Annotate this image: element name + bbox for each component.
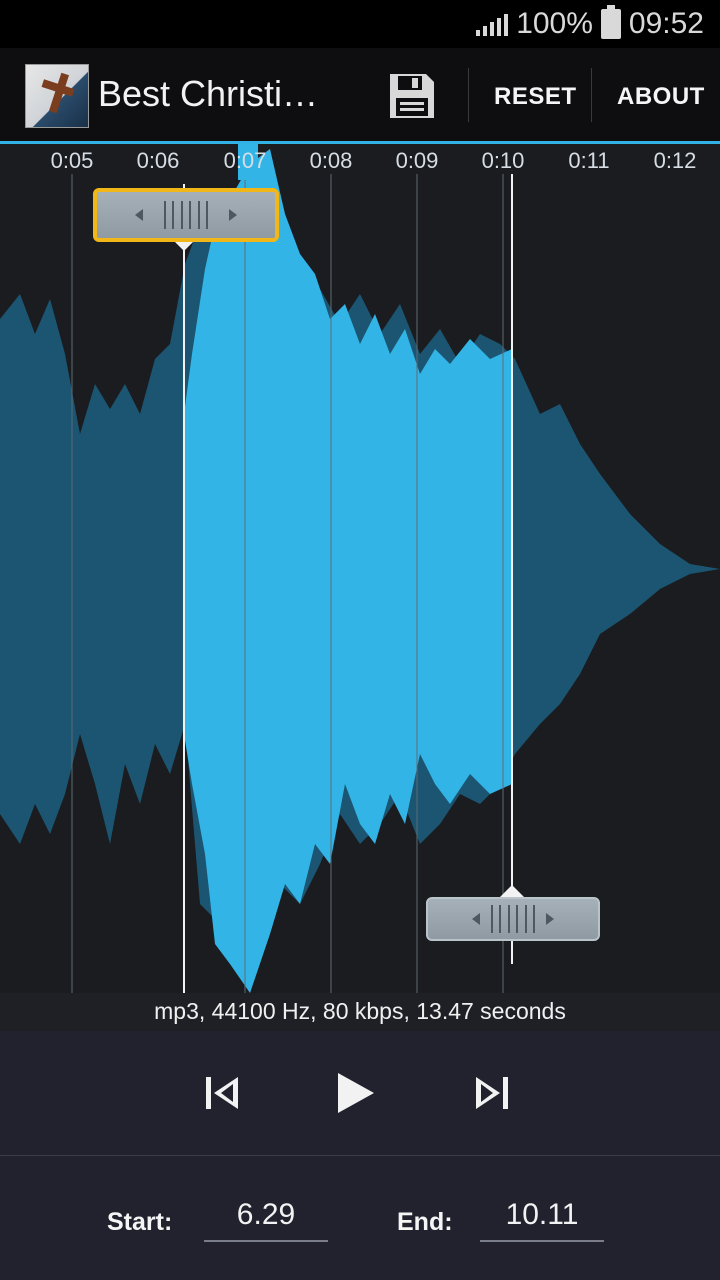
left-arrow-icon [135, 209, 143, 221]
audio-info: mp3, 44100 Hz, 80 kbps, 13.47 seconds [0, 993, 720, 1031]
end-handle-pointer [500, 885, 524, 897]
grip-icon [491, 905, 535, 933]
play-icon[interactable] [332, 1071, 378, 1115]
time-tick-label: 0:08 [310, 148, 353, 173]
app-icon[interactable] [25, 64, 89, 128]
signal-icon [476, 12, 509, 36]
range-panel: Start: End: [0, 1156, 720, 1280]
start-label: Start: [107, 1208, 173, 1236]
end-handle[interactable] [426, 897, 600, 941]
status-indicators: 100% 09:52 [476, 5, 704, 42]
status-bar: 100% 09:52 [0, 0, 720, 48]
time-tick-label: 0:07 [224, 148, 267, 173]
reset-button[interactable]: RESET [494, 83, 577, 111]
app-bar: Best Christia… RESET ABOUT [0, 48, 720, 142]
clock: 09:52 [628, 7, 704, 40]
time-tick-label: 0:12 [654, 148, 697, 173]
waveform-canvas[interactable]: 0:05 0:06 0:07 0:08 0:09 0:10 0:11 0:12 [0, 144, 720, 993]
battery-level: 100% [516, 7, 593, 40]
waveform-editor[interactable]: 0:05 0:06 0:07 0:08 0:09 0:10 0:11 0:12 [0, 144, 720, 993]
end-label: End: [397, 1208, 453, 1236]
battery-icon [600, 5, 621, 39]
action-divider [591, 68, 592, 122]
floppy-disk-icon[interactable] [384, 68, 440, 124]
grip-icon [164, 201, 208, 229]
left-arrow-icon [472, 913, 480, 925]
skip-previous-icon[interactable] [200, 1071, 244, 1115]
time-tick-label: 0:05 [51, 148, 94, 173]
playback-controls [0, 1031, 720, 1155]
start-handle[interactable] [93, 188, 279, 242]
right-arrow-icon [546, 913, 554, 925]
time-tick-label: 0:10 [482, 148, 525, 173]
time-tick-label: 0:09 [396, 148, 439, 173]
right-arrow-icon [229, 209, 237, 221]
skip-next-icon[interactable] [470, 1071, 514, 1115]
end-field[interactable] [480, 1190, 604, 1242]
time-tick-label: 0:06 [137, 148, 180, 173]
about-button[interactable]: ABOUT [617, 83, 705, 111]
app-title: Best Christia… [98, 73, 338, 114]
time-tick-label: 0:11 [568, 148, 609, 173]
action-divider [468, 68, 469, 122]
start-field[interactable] [204, 1190, 328, 1242]
waveform-selected [184, 149, 512, 993]
